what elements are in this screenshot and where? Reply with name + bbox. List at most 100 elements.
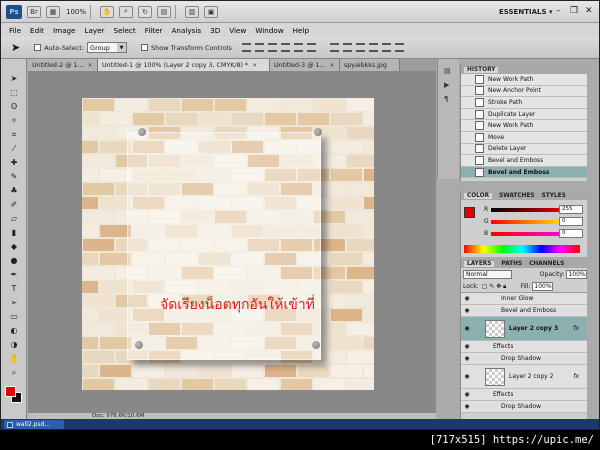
actions-panel-icon[interactable]: ▶ [444,81,449,89]
tab-untitled-3[interactable]: Untitled-3 @ 1... × [270,59,340,71]
layer-effect-row[interactable]: ◉ Drop Shadow [461,401,587,413]
distribute-center-icon[interactable] [381,43,391,52]
pen-tool-icon[interactable]: ✒ [7,269,21,280]
close-icon[interactable]: × [252,62,257,69]
history-item[interactable]: Move [461,131,587,144]
crop-tool-icon[interactable]: ⌗ [7,129,21,140]
tab-untitled-1[interactable]: Untitled-1 @ 100% (Layer 2 copy 3, CMYK/… [98,59,270,71]
eye-icon[interactable]: ◉ [463,373,471,380]
history-panel-icon[interactable]: ▤ [444,67,451,75]
tab-layers[interactable]: LAYERS [464,260,495,267]
fx-icon[interactable]: fx [573,325,579,332]
shape-tool-icon[interactable]: ▭ [7,311,21,322]
tab-history[interactable]: HISTORY [464,66,499,73]
menu-file[interactable]: File [9,26,21,35]
layer-row-selected[interactable]: ◉ Layer 2 copy 3 fx [461,317,587,341]
tab-styles[interactable]: STYLES [542,193,566,199]
distribute-bottom-icon[interactable] [355,43,365,52]
lock-icons[interactable]: ▢ ✎ ✥ 🔒︎ [482,283,507,291]
green-value-field[interactable]: 0 [559,217,583,226]
menu-layer[interactable]: Layer [84,26,104,35]
history-item[interactable]: New Anchor Point [461,85,587,98]
tab-swatches[interactable]: SWATCHES [499,193,535,199]
auto-select-checkbox[interactable] [34,44,42,51]
blue-value-field[interactable]: 0 [559,229,583,238]
3d-camera-icon[interactable]: ◑ [7,339,21,350]
history-item[interactable]: Delete Layer [461,143,587,156]
move-tool-icon[interactable]: ➤ [7,73,21,84]
menu-edit[interactable]: Edit [30,26,44,35]
lasso-tool-icon[interactable]: ʘ [7,101,21,112]
canvas[interactable]: จัดเรียงน็อตทุกอันให้เข้าที่ [82,98,374,390]
view-extras-button[interactable]: ▦ [46,5,60,18]
eyedropper-icon[interactable]: ⁄ [7,143,21,154]
eye-icon[interactable]: ◉ [463,307,471,314]
layer-effect-row[interactable]: ◉ Drop Shadow [461,353,587,365]
history-brush-icon[interactable]: ✐ [7,199,21,210]
foreground-color-swatch[interactable] [464,207,475,218]
menu-filter[interactable]: Filter [145,26,163,35]
red-value-field[interactable]: 255 [559,205,583,214]
gradient-tool-icon[interactable]: ▮ [7,227,21,238]
menu-analysis[interactable]: Analysis [172,26,202,35]
blend-mode-dropdown[interactable]: Normal [463,270,512,279]
layer-row[interactable]: ◉ Layer 2 copy 2 fx [461,365,587,389]
taskbar-item[interactable]: wall2.psd... [4,420,64,429]
eye-icon[interactable]: ◉ [463,343,471,350]
history-item[interactable]: Bevel and Emboss [461,155,587,167]
path-selection-icon[interactable]: ➢ [7,297,21,308]
healing-brush-icon[interactable]: ✚ [7,157,21,168]
workspace-switcher[interactable]: ESSENTIALS ▾ [499,8,552,16]
tab-channels[interactable]: CHANNELS [529,261,564,267]
close-icon[interactable]: × [330,62,335,69]
zoom-tool-icon[interactable]: ⌕ [7,367,21,378]
menu-view[interactable]: View [229,26,246,35]
align-top-icon[interactable] [241,43,251,52]
color-ramp[interactable] [464,245,580,253]
type-tool-icon[interactable]: T [7,283,21,294]
blur-tool-icon[interactable]: ◆ [7,241,21,252]
launch-bridge-button[interactable]: Br [27,5,41,18]
align-middle-icon[interactable] [254,43,264,52]
magic-wand-icon[interactable]: ✧ [7,115,21,126]
dodge-tool-icon[interactable]: ● [7,255,21,266]
history-item[interactable]: Stroke Path [461,97,587,109]
history-item-selected[interactable]: Bevel and Emboss [461,166,587,179]
distribute-right-icon[interactable] [394,43,404,52]
history-item[interactable]: Duplicate Layer [461,108,587,121]
align-bottom-icon[interactable] [267,43,277,52]
hand-tool-icon[interactable]: ✋ [7,353,21,364]
eraser-tool-icon[interactable]: ▱ [7,213,21,224]
menu-help[interactable]: Help [293,26,309,35]
layer-effects-group[interactable]: ◉ Effects [461,389,587,401]
menu-select[interactable]: Select [114,26,136,35]
paragraph-panel-icon[interactable]: ¶ [444,95,448,103]
show-transform-checkbox[interactable] [141,44,149,51]
fx-icon[interactable]: fx [573,373,579,380]
tab-paths[interactable]: PATHS [501,261,522,267]
menu-window[interactable]: Window [255,26,283,35]
align-left-icon[interactable] [280,43,290,52]
layer-effect-row[interactable]: ◉ Bevel and Emboss [461,305,587,317]
eye-icon[interactable]: ◉ [463,325,471,332]
tab-untitled-2[interactable]: Untitled-2 @ 1... × [28,59,98,71]
layer-effect-row[interactable]: ◉ Inner Glow [461,293,587,305]
layer-effects-group[interactable]: ◉ Effects [461,341,587,353]
close-icon[interactable]: × [88,62,93,69]
screen-mode-icon[interactable]: ▣ [204,5,219,18]
history-item[interactable]: New Work Path [461,74,587,86]
zoom-level[interactable]: 100% [66,8,86,16]
distribute-middle-icon[interactable] [342,43,352,52]
tab-spyaibkks[interactable]: spyaibkks.jpg [340,59,400,71]
tab-color[interactable]: COLOR [464,192,493,199]
zoom-tool-icon[interactable]: ⌕ [119,5,134,18]
arrange-documents-icon[interactable]: ▥ [185,5,200,18]
foreground-color-swatch[interactable] [5,386,16,397]
opacity-field[interactable]: 100% [566,270,587,279]
fill-field[interactable]: 100% [532,282,554,291]
eye-icon[interactable]: ◉ [463,403,471,410]
minimize-button[interactable]: – [556,6,561,16]
grid-icon[interactable]: ▤ [157,5,172,18]
clone-stamp-icon[interactable]: ♣ [7,185,21,196]
menu-3d[interactable]: 3D [210,26,220,35]
